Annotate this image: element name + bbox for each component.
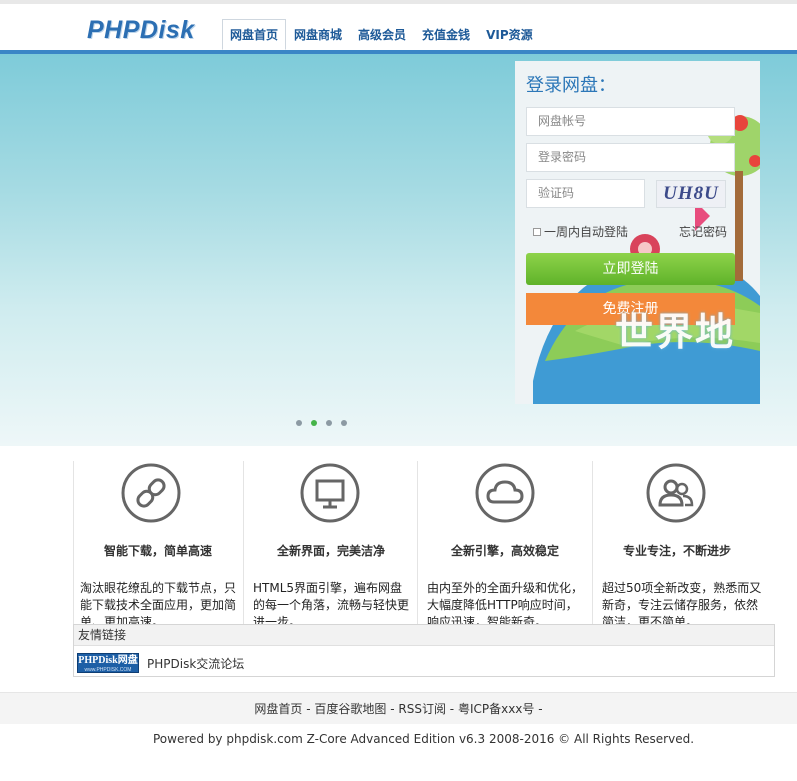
carousel-dot[interactable] bbox=[296, 420, 302, 426]
feature-desc: 淘汰眼花缭乱的下载节点，只能下载技术全面应用，更加简单、更加高速。 bbox=[80, 581, 237, 625]
features-section: 智能下载，简单高速 淘汰眼花缭乱的下载节点，只能下载技术全面应用，更加简单、更加… bbox=[73, 447, 773, 625]
login-panel: 登录网盘： 网盘帐号 登录密码 验证码 UH8U 一周内自动登陆 忘记密码 立即… bbox=[515, 61, 760, 404]
nav-item-vip-member[interactable]: 高级会员 bbox=[350, 19, 414, 50]
captcha-field[interactable]: 验证码 bbox=[526, 179, 645, 208]
monitor-icon bbox=[300, 463, 360, 523]
carousel-dot-active[interactable] bbox=[311, 420, 317, 426]
footer-link-home[interactable]: 网盘首页 bbox=[254, 702, 302, 716]
feature-title: 全新界面，完美洁净 bbox=[276, 544, 385, 558]
carousel-dot[interactable] bbox=[326, 420, 332, 426]
friend-link-phpdisk-forum[interactable]: PHPDisk交流论坛 bbox=[147, 655, 244, 672]
footer-link-sitemap[interactable]: 百度谷歌地图 bbox=[314, 702, 386, 716]
feature-card: 全新界面，完美洁净 HTML5界面引擎，遍布网盘的每一个角落，流畅与轻快更进一步… bbox=[243, 447, 417, 625]
footer-links: 网盘首页 - 百度谷歌地图 - RSS订阅 - 粤ICP备xxx号 - bbox=[0, 700, 797, 717]
feature-card: 智能下载，简单高速 淘汰眼花缭乱的下载节点，只能下载技术全面应用，更加简单、更加… bbox=[73, 447, 243, 625]
feature-desc: HTML5界面引擎，遍布网盘的每一个角落，流畅与轻快更进一步。 bbox=[253, 581, 410, 625]
separator: - bbox=[538, 702, 543, 716]
header: PHPDisk 网盘首页 网盘商城 高级会员 充值金钱 VIP资源 bbox=[0, 4, 797, 54]
feature-card: 全新引擎，高效稳定 由内至外的全面升级和优化，大幅度降低HTTP响应时间，响应迅… bbox=[417, 447, 592, 625]
password-field[interactable]: 登录密码 bbox=[526, 143, 735, 172]
remember-me[interactable]: 一周内自动登陆 bbox=[533, 223, 628, 240]
footer-copyright: Powered by phpdisk.com Z-Core Advanced E… bbox=[152, 732, 695, 746]
main-nav: 网盘首页 网盘商城 高级会员 充值金钱 VIP资源 bbox=[222, 19, 541, 50]
logo[interactable]: PHPDisk bbox=[87, 16, 195, 45]
phpdisk-link-logo[interactable]: PHPDisk网盘 www.PHPDISK.COM bbox=[77, 653, 139, 673]
feature-title: 智能下载，简单高速 bbox=[103, 544, 212, 558]
remember-checkbox[interactable] bbox=[533, 227, 541, 236]
footer-link-icp[interactable]: 粤ICP备xxx号 bbox=[458, 702, 534, 716]
remember-label: 一周内自动登陆 bbox=[544, 225, 629, 239]
username-field[interactable]: 网盘帐号 bbox=[526, 107, 735, 136]
captcha-image[interactable]: UH8U bbox=[656, 180, 726, 208]
carousel-dots bbox=[296, 420, 356, 426]
separator: - bbox=[449, 702, 458, 716]
nav-item-mall[interactable]: 网盘商城 bbox=[286, 19, 350, 50]
footer-link-rss[interactable]: RSS订阅 bbox=[398, 702, 446, 716]
feature-card: 专业专注，不断进步 超过50项全新改变，熟悉而又新奇，专注云储存服务，依然简洁，… bbox=[592, 447, 771, 625]
forgot-password-link[interactable]: 忘记密码 bbox=[679, 223, 727, 240]
feature-title: 全新引擎，高效稳定 bbox=[450, 544, 559, 558]
nav-item-vip-resources[interactable]: VIP资源 bbox=[478, 19, 541, 50]
link-logo-subtext: www.PHPDISK.COM bbox=[84, 667, 132, 673]
friend-links-box: 友情链接 PHPDisk网盘 www.PHPDISK.COM PHPDisk交流… bbox=[73, 624, 775, 677]
illustration-text: 世界地 bbox=[615, 310, 736, 354]
friend-links-title: 友情链接 bbox=[74, 625, 774, 646]
divider bbox=[417, 461, 418, 625]
login-title: 登录网盘： bbox=[526, 75, 616, 96]
feature-desc: 由内至外的全面升级和优化，大幅度降低HTTP响应时间，响应迅速，智能新奇。 bbox=[427, 581, 584, 625]
link-icon bbox=[121, 463, 181, 523]
carousel-dot[interactable] bbox=[341, 420, 347, 426]
nav-item-recharge[interactable]: 充值金钱 bbox=[414, 19, 478, 50]
login-button[interactable]: 立即登陆 bbox=[526, 253, 735, 285]
divider bbox=[243, 461, 244, 625]
cloud-icon bbox=[475, 463, 535, 523]
users-icon bbox=[646, 463, 706, 523]
feature-desc: 超过50项全新改变，熟悉而又新奇，专注云储存服务，依然简洁，更不简单。 bbox=[602, 581, 762, 625]
link-logo-text: PHPDisk网盘 bbox=[78, 655, 138, 666]
nav-item-home[interactable]: 网盘首页 bbox=[222, 19, 287, 50]
feature-title: 专业专注，不断进步 bbox=[622, 544, 731, 558]
